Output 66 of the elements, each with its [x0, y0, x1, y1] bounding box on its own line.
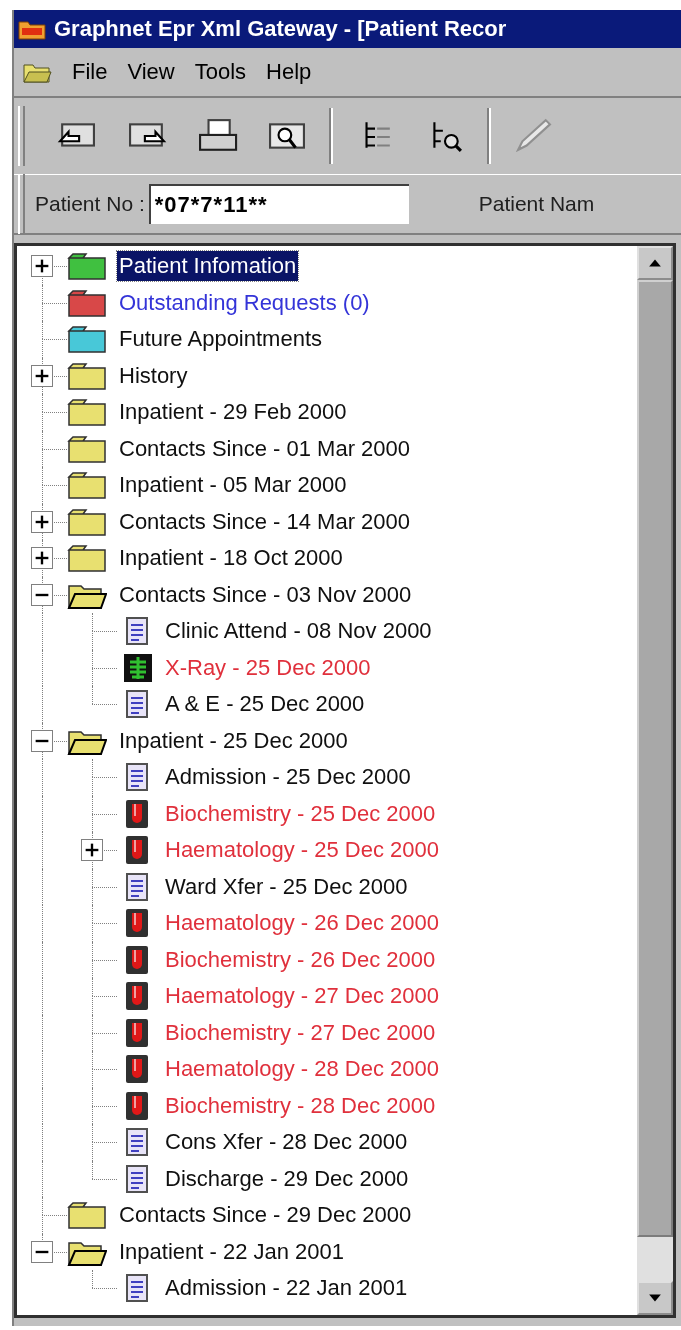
- tree-item[interactable]: Inpatient - 29 Feb 2000: [117, 397, 349, 428]
- tree-item[interactable]: A & E - 25 Dec 2000: [163, 689, 367, 720]
- tree-item[interactable]: Biochemistry - 25 Dec 2000: [163, 798, 438, 829]
- tree-item[interactable]: Future Appointments: [117, 324, 324, 355]
- window-title: Graphnet Epr Xml Gateway - [Patient Recor: [54, 16, 507, 42]
- patient-name-label: Patient Nam: [478, 192, 595, 216]
- test-tube-icon: [125, 835, 149, 866]
- tree-item[interactable]: History: [117, 360, 190, 391]
- test-tube-icon: [125, 1090, 149, 1121]
- expander-icon[interactable]: [81, 839, 103, 862]
- menu-item[interactable]: File: [72, 59, 108, 85]
- expander-icon[interactable]: [31, 1240, 53, 1263]
- document-icon: [125, 689, 149, 720]
- document-icon: [125, 1273, 149, 1304]
- test-tube-icon: [125, 981, 149, 1012]
- expander-icon[interactable]: [31, 547, 53, 570]
- menu-item[interactable]: Help: [266, 59, 312, 85]
- tree-item[interactable]: Inpatient - 18 Oct 2000: [117, 543, 345, 574]
- tree-item[interactable]: X-Ray - 25 Dec 2000: [163, 652, 373, 683]
- toolbar-grip[interactable]: [18, 106, 25, 166]
- tree-item[interactable]: Inpatient - 22 Jan 2001: [117, 1236, 347, 1267]
- test-tube-icon: [125, 908, 149, 939]
- tree-item[interactable]: Inpatient - 25 Dec 2000: [117, 725, 350, 756]
- tree-item[interactable]: Biochemistry - 26 Dec 2000: [163, 944, 438, 975]
- expander-icon[interactable]: [31, 364, 53, 387]
- tree-item[interactable]: Admission - 22 Jan 2001: [163, 1273, 410, 1304]
- scroll-down-icon[interactable]: [637, 1281, 673, 1315]
- tree-item[interactable]: Haematology - 25 Dec 2000: [163, 835, 441, 866]
- tree-item[interactable]: Haematology - 28 Dec 2000: [163, 1054, 441, 1085]
- tree-item[interactable]: Biochemistry - 27 Dec 2000: [163, 1017, 438, 1048]
- expander-icon[interactable]: [31, 729, 53, 752]
- menu-item[interactable]: Tools: [194, 59, 247, 85]
- tree-item[interactable]: Discharge - 29 Dec 2000: [163, 1163, 411, 1194]
- tree-item[interactable]: Haematology - 26 Dec 2000: [163, 908, 441, 939]
- document-icon: [125, 1163, 149, 1194]
- tree-item[interactable]: Cons Xfer - 28 Dec 2000: [163, 1127, 410, 1158]
- expander-icon[interactable]: [31, 583, 53, 606]
- tree-item[interactable]: Biochemistry - 28 Dec 2000: [163, 1090, 438, 1121]
- toolbar-grip[interactable]: [18, 174, 25, 234]
- tree-item[interactable]: Ward Xfer - 25 Dec 2000: [163, 871, 410, 902]
- patient-number-label: Patient No :: [35, 192, 145, 216]
- expander-icon[interactable]: [31, 255, 53, 278]
- test-tube-icon: [125, 1054, 149, 1085]
- tree-item[interactable]: Inpatient - 05 Mar 2000: [117, 470, 349, 501]
- tree-item[interactable]: Contacts Since - 03 Nov 2000: [117, 579, 414, 610]
- test-tube-icon: [125, 944, 149, 975]
- tree-item[interactable]: Contacts Since - 29 Dec 2000: [117, 1200, 414, 1231]
- document-icon: [125, 762, 149, 793]
- tree-item[interactable]: Contacts Since - 14 Mar 2000: [117, 506, 413, 537]
- scroll-up-icon[interactable]: [637, 246, 673, 280]
- document-icon: [125, 1127, 149, 1158]
- tree-item[interactable]: Outstanding Requests (0): [117, 287, 372, 318]
- test-tube-icon: [125, 798, 149, 829]
- document-icon: [125, 616, 149, 647]
- xray-icon: [123, 652, 153, 683]
- tree-item[interactable]: Admission - 25 Dec 2000: [163, 762, 413, 793]
- app-folder-icon: [18, 18, 46, 40]
- document-icon: [125, 871, 149, 902]
- test-tube-icon: [125, 1017, 149, 1048]
- expander-icon[interactable]: [31, 510, 53, 533]
- tree-item[interactable]: Haematology - 27 Dec 2000: [163, 981, 441, 1012]
- patient-number-field[interactable]: *07*7*11**: [148, 184, 409, 224]
- tree-item[interactable]: Patient Infomation: [117, 251, 299, 282]
- tree-item[interactable]: Clinic Attend - 08 Nov 2000: [163, 616, 434, 647]
- menu-item[interactable]: View: [127, 59, 175, 85]
- tree-item[interactable]: Contacts Since - 01 Mar 2000: [117, 433, 413, 464]
